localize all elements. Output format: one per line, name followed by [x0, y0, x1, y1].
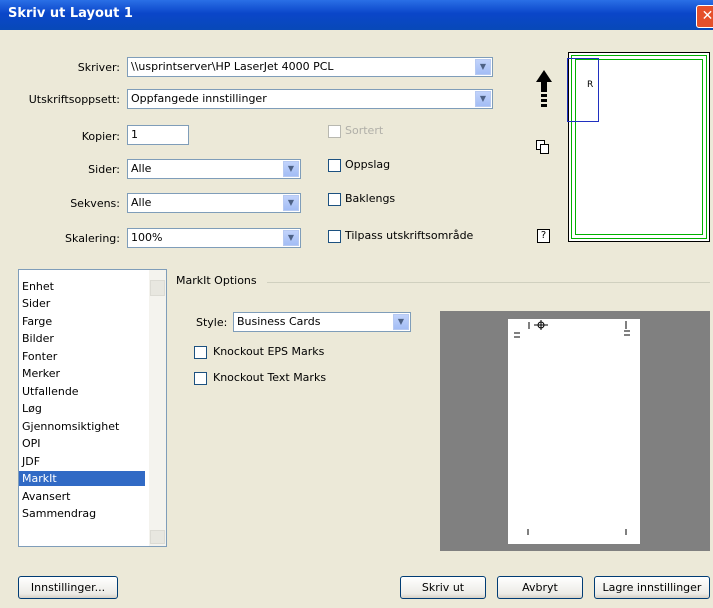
chevron-down-icon[interactable]: ▼	[283, 195, 299, 211]
settings-button-label: Innstillinger...	[30, 581, 106, 594]
sequence-value: Alle	[131, 196, 152, 209]
list-item[interactable]: Merker	[19, 366, 145, 381]
scrollbar[interactable]	[149, 270, 166, 546]
copies-value: 1	[131, 128, 138, 141]
print-button-label: Skriv ut	[421, 581, 465, 594]
preset-label: Utskriftsoppsett:	[28, 93, 120, 106]
save-settings-button-label: Lagre innstillinger	[602, 581, 702, 594]
scaling-select[interactable]: 100% ▼	[127, 228, 301, 248]
printer-label: Skriver:	[77, 61, 120, 74]
knockout-text-label: Knockout Text Marks	[213, 371, 327, 384]
spreads-label: Oppslag	[345, 158, 391, 171]
style-label: Style:	[196, 316, 228, 329]
knockout-eps-label: Knockout EPS Marks	[213, 345, 325, 358]
page-outline	[567, 58, 599, 122]
markit-group-title: MarkIt Options	[176, 274, 257, 287]
pages-select[interactable]: Alle ▼	[127, 159, 301, 179]
list-item[interactable]: Avansert	[19, 489, 145, 504]
fit-checkbox[interactable]	[328, 230, 341, 243]
close-button[interactable]: ✕	[696, 5, 713, 28]
reverse-checkbox[interactable]	[328, 193, 341, 206]
collate-checkbox[interactable]	[328, 125, 341, 138]
category-list[interactable]: Enhet Sider Farge Bilder Fonter Merker U…	[18, 269, 167, 547]
page-preview: R	[567, 52, 710, 242]
list-item[interactable]: Fonter	[19, 349, 145, 364]
list-item[interactable]: Enhet	[19, 279, 145, 294]
list-item[interactable]: Sammendrag	[19, 506, 145, 521]
knockout-text-checkbox[interactable]	[194, 372, 207, 385]
pages-value: Alle	[131, 162, 152, 175]
fit-label: Tilpass utskriftsområde	[345, 229, 474, 242]
print-button[interactable]: Skriv ut	[400, 576, 486, 599]
reverse-label: Baklengs	[345, 192, 396, 205]
scaling-label: Skalering:	[65, 232, 120, 245]
arrow-up-icon	[536, 70, 552, 107]
list-item[interactable]: Farge	[19, 314, 145, 329]
knockout-eps-checkbox[interactable]	[194, 346, 207, 359]
close-icon: ✕	[701, 8, 713, 24]
crop-marks	[514, 320, 630, 535]
printer-select[interactable]: \\usprintserver\HP LaserJet 4000 PCL ▼	[127, 57, 493, 77]
list-item[interactable]: Sider	[19, 296, 145, 311]
spreads-checkbox[interactable]	[328, 159, 341, 172]
list-item[interactable]: Løg	[19, 401, 145, 416]
sequence-label: Sekvens:	[70, 197, 120, 210]
marks-preview-page	[508, 319, 640, 544]
cancel-button-label: Avbryt	[522, 581, 558, 594]
collate-label: Sortert	[345, 124, 384, 137]
style-select[interactable]: Business Cards ▼	[233, 312, 411, 332]
list-item[interactable]: Utfallende	[19, 384, 145, 399]
page-letter: R	[587, 80, 594, 90]
pages-label: Sider:	[88, 163, 120, 176]
scroll-down-button[interactable]	[150, 530, 165, 544]
copy-pages-icon[interactable]	[536, 140, 550, 154]
help-icon[interactable]: ?	[537, 229, 550, 243]
style-value: Business Cards	[237, 315, 321, 328]
chevron-down-icon[interactable]: ▼	[283, 230, 299, 246]
preset-value: Oppfangede innstillinger	[131, 92, 267, 105]
chevron-down-icon[interactable]: ▼	[475, 59, 491, 75]
title-bar[interactable]: Skriv ut Layout 1 ✕	[0, 0, 713, 30]
settings-button[interactable]: Innstillinger...	[18, 576, 118, 599]
copies-label: Kopier:	[81, 130, 120, 143]
list-item[interactable]: Gjennomsiktighet	[19, 419, 145, 434]
list-item[interactable]: JDF	[19, 454, 145, 469]
list-item[interactable]: Bilder	[19, 331, 145, 346]
chevron-down-icon[interactable]: ▼	[283, 161, 299, 177]
copies-input[interactable]: 1	[127, 125, 189, 145]
sequence-select[interactable]: Alle ▼	[127, 193, 301, 213]
chevron-down-icon[interactable]: ▼	[475, 91, 491, 107]
scroll-up-button[interactable]	[150, 280, 165, 296]
save-settings-button[interactable]: Lagre innstillinger	[594, 576, 710, 599]
list-item[interactable]: OPI	[19, 436, 145, 451]
window-title: Skriv ut Layout 1	[8, 6, 133, 21]
scaling-value: 100%	[131, 231, 163, 244]
group-divider	[267, 282, 710, 283]
printer-value: \\usprintserver\HP LaserJet 4000 PCL	[131, 60, 334, 73]
chevron-down-icon[interactable]: ▼	[393, 314, 409, 330]
preset-select[interactable]: Oppfangede innstillinger ▼	[127, 89, 493, 109]
cancel-button[interactable]: Avbryt	[497, 576, 583, 599]
list-item-selected[interactable]: MarkIt	[19, 471, 145, 486]
